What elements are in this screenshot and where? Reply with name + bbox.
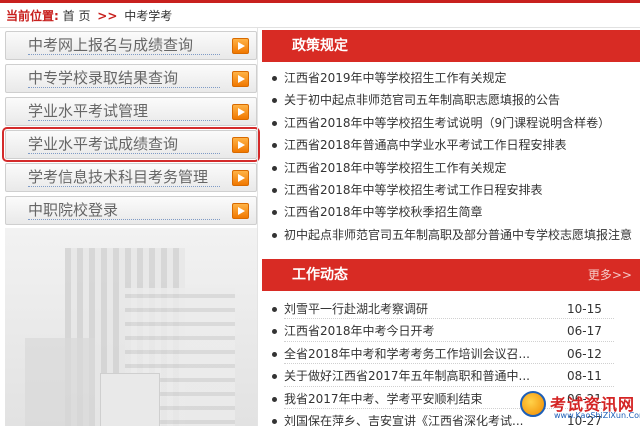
bullet-icon bbox=[272, 187, 277, 193]
watermark-url: www.KaoShiZiXun.Com bbox=[554, 411, 640, 420]
list-item-divider bbox=[284, 363, 614, 365]
policy-list: 江西省2019年中等学校招生工作有关规定 关于初中起点非师范官司五年制高职志愿填… bbox=[262, 67, 640, 246]
menu-item-underline bbox=[28, 153, 220, 154]
list-item-title[interactable]: 江西省2018年普通高中学业水平考试工作日程安排表 bbox=[284, 134, 567, 156]
menu-item-proficiency-management[interactable]: 学业水平考试管理 bbox=[5, 97, 257, 126]
breadcrumb: 当前位置: 首 页 >> 中考学考 bbox=[6, 6, 172, 26]
menu-item-label: 学考信息技术科目考务管理 bbox=[28, 168, 209, 186]
breadcrumb-label: 当前位置: bbox=[6, 9, 59, 23]
list-item-date: 06-12 bbox=[567, 346, 602, 361]
list-item-date: 06-17 bbox=[567, 324, 602, 339]
policy-title: 政策规定 bbox=[292, 38, 348, 54]
more-link[interactable]: 更多>> bbox=[588, 267, 632, 283]
bullet-icon bbox=[272, 374, 277, 380]
list-item-date: 10-15 bbox=[567, 302, 602, 316]
menu-item-label: 学业水平考试成绩查询 bbox=[28, 135, 179, 153]
watermark-logo-icon bbox=[520, 391, 546, 417]
menu-item-exam-registration[interactable]: 中考网上报名与成绩查询 bbox=[5, 31, 257, 60]
building-shape bbox=[100, 373, 160, 426]
arrow-right-icon bbox=[232, 137, 249, 153]
list-item[interactable]: 江西省2018年中等学校秋季招生简章 bbox=[262, 201, 640, 223]
arrow-right-icon bbox=[232, 71, 249, 87]
bullet-icon bbox=[272, 396, 277, 402]
site-watermark: 考试资讯网 www.KaoShiZiXun.Com bbox=[520, 387, 640, 423]
list-item[interactable]: 江西省2018年中等学校招生考试工作日程安排表 bbox=[262, 179, 640, 201]
policy-header: 政策规定 bbox=[262, 30, 640, 62]
list-item[interactable]: 江西省2019年中等学校招生工作有关规定 bbox=[262, 67, 640, 89]
list-item-title[interactable]: 江西省2018年中等学校秋季招生简章 bbox=[284, 201, 483, 223]
list-item[interactable]: 关于初中起点非师范官司五年制高职志愿填报的公告 bbox=[262, 89, 640, 111]
menu-item-label: 学业水平考试管理 bbox=[28, 102, 149, 120]
list-item[interactable]: 江西省2018年中等学校招生工作有关规定 bbox=[262, 157, 640, 179]
building-illustration bbox=[5, 228, 257, 426]
list-item-title[interactable]: 关于初中起点非师范官司五年制高职志愿填报的公告 bbox=[284, 89, 560, 111]
bullet-icon bbox=[272, 351, 277, 357]
list-item-title[interactable]: 关于做好江西省2017年五年制高职和普通中... bbox=[284, 365, 530, 387]
bullet-icon bbox=[272, 418, 277, 424]
bullet-icon bbox=[272, 143, 277, 149]
menu-item-it-exam-management[interactable]: 学考信息技术科目考务管理 bbox=[5, 163, 257, 192]
list-item-title[interactable]: 江西省2019年中等学校招生工作有关规定 bbox=[284, 67, 507, 89]
menu-item-admission-results[interactable]: 中专学校录取结果查询 bbox=[5, 64, 257, 93]
arrow-right-icon bbox=[232, 38, 249, 54]
top-accent-line bbox=[0, 0, 640, 3]
menu-item-vocational-login[interactable]: 中职院校登录 bbox=[5, 196, 257, 225]
arrow-right-icon bbox=[232, 170, 249, 186]
menu-item-label: 中职院校登录 bbox=[28, 201, 119, 219]
list-item[interactable]: 江西省2018年中等学校招生考试说明（9门课程说明含样卷） bbox=[262, 112, 640, 134]
bullet-icon bbox=[272, 307, 277, 312]
list-item[interactable]: 全省2018年中考和学考考务工作培训会议召... 06-12 bbox=[262, 343, 640, 365]
list-item-title[interactable]: 江西省2018年中等学校招生工作有关规定 bbox=[284, 157, 507, 179]
bullet-icon bbox=[272, 232, 277, 238]
work-header: 工作动态 更多>> bbox=[262, 259, 640, 291]
bullet-icon bbox=[272, 165, 277, 171]
breadcrumb-separator: >> bbox=[97, 9, 118, 23]
list-item-title[interactable]: 刘雪平一行赴湖北考察调研 bbox=[284, 298, 428, 320]
bullet-icon bbox=[272, 98, 277, 104]
list-item-title[interactable]: 江西省2018年中考今日开考 bbox=[284, 320, 435, 342]
list-item[interactable]: 江西省2018年普通高中学业水平考试工作日程安排表 bbox=[262, 134, 640, 156]
list-item-title[interactable]: 江西省2018年中等学校招生考试说明（9门课程说明含样卷） bbox=[284, 112, 610, 134]
list-item-divider bbox=[284, 318, 614, 320]
building-shape bbox=[25, 338, 95, 426]
column-divider bbox=[257, 28, 258, 426]
menu-item-label: 中专学校录取结果查询 bbox=[28, 69, 179, 87]
bullet-icon bbox=[272, 329, 277, 335]
list-item-date: 08-11 bbox=[567, 369, 602, 384]
list-item-title[interactable]: 我省2017年中考、学考平安顺利结束 bbox=[284, 388, 483, 410]
menu-item-label: 中考网上报名与成绩查询 bbox=[28, 36, 194, 54]
menu-item-underline bbox=[28, 120, 220, 121]
arrow-right-icon bbox=[232, 203, 249, 219]
list-item[interactable]: 江西省2018年中考今日开考 06-17 bbox=[262, 320, 640, 342]
menu-item-underline bbox=[28, 87, 220, 88]
list-item-title[interactable]: 刘国保在萍乡、吉安宣讲《江西省深化考试... bbox=[284, 410, 523, 426]
arrow-right-icon bbox=[232, 104, 249, 120]
menu-item-underline bbox=[28, 54, 220, 55]
work-title: 工作动态 bbox=[292, 267, 348, 283]
menu-item-underline bbox=[28, 219, 220, 220]
breadcrumb-home-link[interactable]: 首 页 bbox=[63, 9, 91, 23]
list-item-title[interactable]: 江西省2018年中等学校招生考试工作日程安排表 bbox=[284, 179, 543, 201]
list-item[interactable]: 刘雪平一行赴湖北考察调研 10-15 bbox=[262, 298, 640, 320]
list-item[interactable]: 关于做好江西省2017年五年制高职和普通中... 08-11 bbox=[262, 365, 640, 387]
menu-item-proficiency-score-query[interactable]: 学业水平考试成绩查询 bbox=[2, 127, 260, 162]
list-item-divider bbox=[284, 340, 614, 342]
list-item[interactable]: 初中起点非师范官司五年制高职及部分普通中专学校志愿填报注意 bbox=[262, 224, 640, 246]
list-item-title[interactable]: 全省2018年中考和学考考务工作培训会议召... bbox=[284, 343, 530, 365]
breadcrumb-divider bbox=[0, 27, 640, 28]
breadcrumb-current: 中考学考 bbox=[124, 9, 173, 23]
menu-item-underline bbox=[28, 186, 220, 187]
bullet-icon bbox=[272, 76, 277, 81]
bullet-icon bbox=[272, 210, 277, 216]
bullet-icon bbox=[272, 120, 277, 126]
list-item-title[interactable]: 初中起点非师范官司五年制高职及部分普通中专学校志愿填报注意 bbox=[284, 224, 632, 246]
